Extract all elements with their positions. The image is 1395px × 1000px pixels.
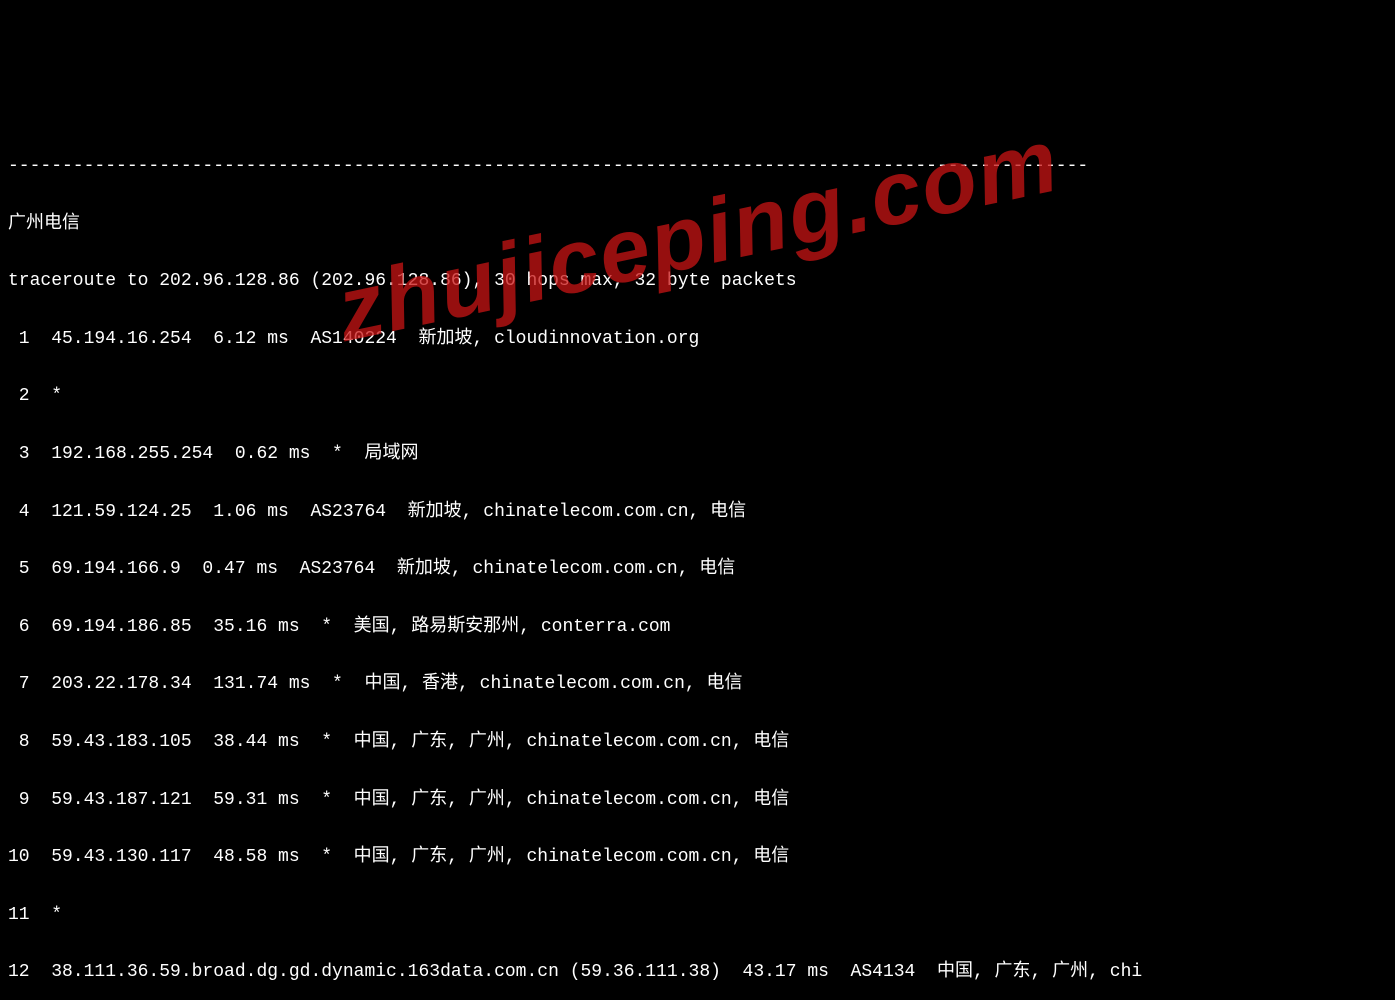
hop-line: 3 192.168.255.254 0.62 ms * 局域网 [8,440,1387,469]
hop-line: 11 * [8,901,1387,930]
hop-line: 8 59.43.183.105 38.44 ms * 中国, 广东, 广州, c… [8,728,1387,757]
hop-line: 12 38.111.36.59.broad.dg.gd.dynamic.163d… [8,958,1387,987]
hop-line: 6 69.194.186.85 35.16 ms * 美国, 路易斯安那州, c… [8,613,1387,642]
hop-line: 2 * [8,382,1387,411]
terminal-output: ----------------------------------------… [8,123,1387,1000]
hop-line: 5 69.194.166.9 0.47 ms AS23764 新加坡, chin… [8,555,1387,584]
hop-line: 4 121.59.124.25 1.06 ms AS23764 新加坡, chi… [8,498,1387,527]
hop-line: 9 59.43.187.121 59.31 ms * 中国, 广东, 广州, c… [8,786,1387,815]
hop-line: 1 45.194.16.254 6.12 ms AS140224 新加坡, cl… [8,325,1387,354]
hop-line: 7 203.22.178.34 131.74 ms * 中国, 香港, chin… [8,670,1387,699]
divider-line: ----------------------------------------… [8,152,1387,181]
title-line: 广州电信 [8,210,1387,239]
traceroute-header: traceroute to 202.96.128.86 (202.96.128.… [8,267,1387,296]
hop-line: 10 59.43.130.117 48.58 ms * 中国, 广东, 广州, … [8,843,1387,872]
